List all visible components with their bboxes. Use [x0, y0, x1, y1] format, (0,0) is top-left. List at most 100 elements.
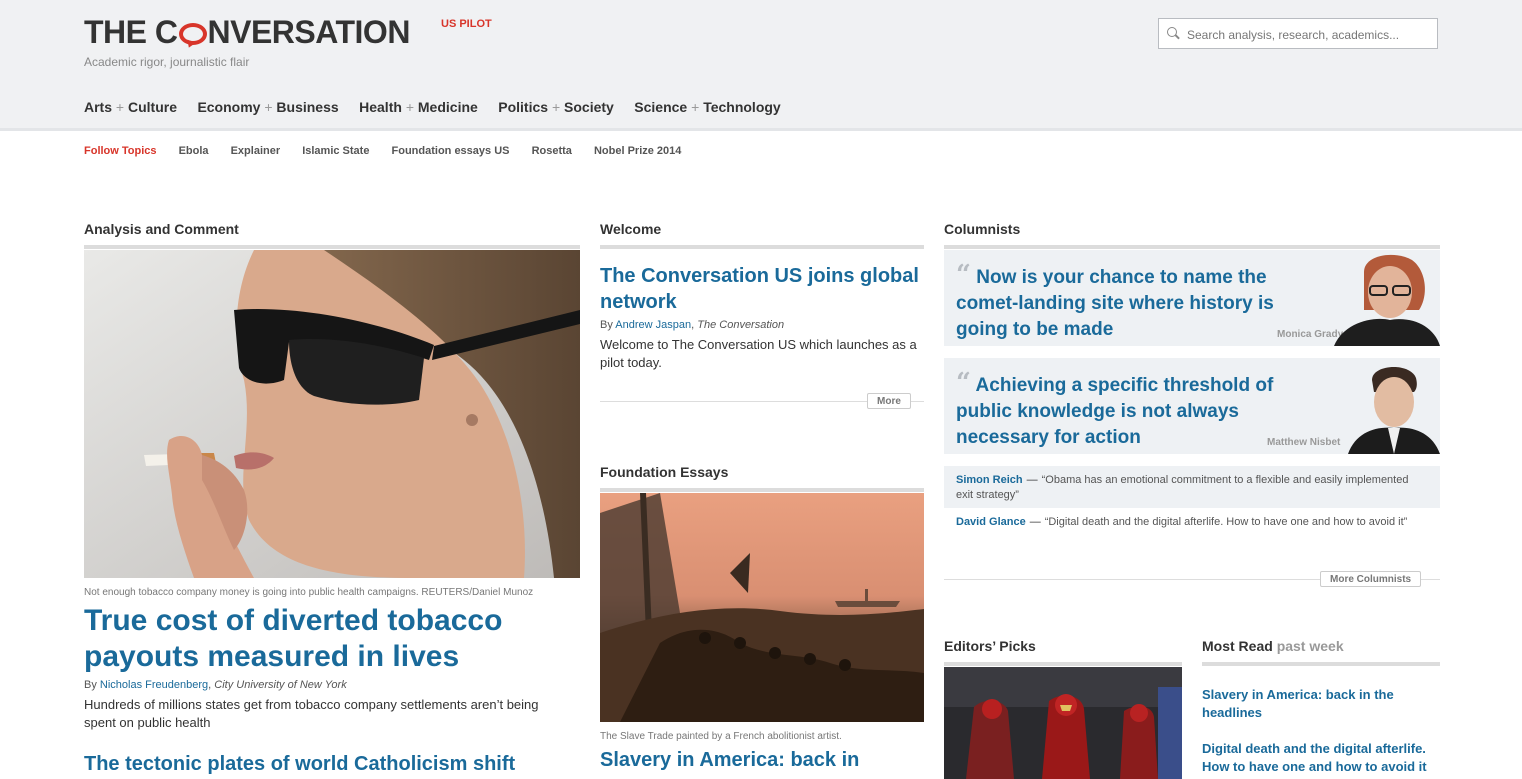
welcome-article-title[interactable]: The Conversation US joins global network — [600, 263, 924, 315]
topic-link-explainer[interactable]: Explainer — [231, 145, 281, 157]
plus-separator: + — [115, 99, 125, 115]
painting-illustration — [600, 493, 924, 722]
slave-trade-painting[interactable] — [600, 493, 924, 722]
nav-label: Science — [634, 99, 688, 115]
section-divider — [84, 245, 580, 249]
author-link[interactable]: Nicholas Freudenberg — [100, 679, 208, 691]
snippet-quote: “Digital death and the digital afterlife… — [1044, 516, 1408, 528]
nav-label: Health — [359, 99, 402, 115]
author-link[interactable]: Andrew Jaspan — [615, 319, 691, 331]
columnist-name: Matthew Nisbet — [1267, 437, 1341, 448]
section-divider — [600, 488, 924, 492]
photo-illustration — [944, 667, 1182, 779]
nav-item-economy-business[interactable]: Economy + Business — [197, 99, 338, 115]
action-figures-photo[interactable] — [944, 667, 1182, 779]
quote-mark-icon: “ — [956, 368, 971, 398]
nav-item-arts-culture[interactable]: Arts + Culture — [84, 99, 177, 115]
snippet-quote: “Obama has an emotional commitment to a … — [956, 474, 1409, 501]
featured-columnist-card[interactable]: “ Achieving a specific threshold of publ… — [944, 358, 1440, 454]
nav-label: Medicine — [417, 99, 478, 115]
nav-label: Politics — [498, 99, 549, 115]
snippet-dash: — — [1029, 516, 1041, 528]
most-read-item[interactable]: Digital death and the digital afterlife.… — [1202, 740, 1440, 776]
welcome-byline: By Andrew Jaspan, The Conversation — [600, 319, 784, 331]
second-article-title[interactable]: The tectonic plates of world Catholicism… — [84, 751, 580, 777]
columnist-avatar — [1334, 254, 1440, 346]
welcome-summary: Welcome to The Conversation US which lau… — [600, 337, 917, 370]
analysis-heading: Analysis and Comment — [84, 221, 239, 237]
plus-separator: + — [551, 99, 561, 115]
nav-label: Technology — [703, 99, 781, 115]
quote-text: Achieving a specific threshold of public… — [956, 375, 1274, 448]
speech-bubble-logo-icon — [178, 23, 207, 45]
search-input[interactable] — [1185, 19, 1434, 50]
smoking-woman-photo[interactable] — [84, 250, 580, 578]
topic-link-foundation-essays[interactable]: Foundation essays US — [392, 145, 510, 157]
nav-label: Society — [564, 99, 614, 115]
snippet-dash: — — [1026, 474, 1038, 486]
foundation-article-title[interactable]: Slavery in America: back in — [600, 747, 924, 773]
section-divider — [944, 662, 1182, 666]
section-divider — [1202, 662, 1440, 666]
search-box[interactable] — [1158, 18, 1438, 50]
search-icon — [1167, 27, 1177, 37]
section-divider — [944, 245, 1440, 249]
photo-illustration — [84, 250, 580, 578]
featured-columnist-card[interactable]: “ Now is your chance to name the comet-l… — [944, 250, 1440, 346]
most-read-period: past week — [1276, 638, 1344, 654]
more-columnists-button[interactable]: More Columnists — [1320, 571, 1422, 587]
nav-label: Business — [276, 99, 339, 115]
byline-by: By — [600, 319, 613, 331]
site-tagline: Academic rigor, journalistic flair — [84, 55, 250, 69]
welcome-more-row: More — [600, 393, 924, 409]
edition-badge: US PILOT — [441, 18, 492, 30]
columnist-quote: “ Now is your chance to name the comet-l… — [956, 262, 1316, 343]
nav-label: Economy — [197, 99, 261, 115]
topic-link-rosetta[interactable]: Rosetta — [532, 145, 572, 157]
logo-text-start: THE C — [84, 14, 178, 50]
follow-topics-label: Follow Topics — [84, 145, 157, 157]
byline-comma: , — [691, 319, 695, 331]
most-read-title: Most Read — [1202, 638, 1273, 654]
nav-item-politics-society[interactable]: Politics + Society — [498, 99, 614, 115]
foundation-heading: Foundation Essays — [600, 464, 729, 480]
plus-separator: + — [691, 99, 700, 115]
topic-link-nobel-prize[interactable]: Nobel Prize 2014 — [594, 145, 681, 157]
editors-picks-heading: Editors’ Picks — [944, 638, 1036, 654]
author-org: City University of New York — [214, 679, 347, 691]
painting-caption: The Slave Trade painted by a French abol… — [600, 731, 842, 742]
quote-text: Now is your chance to name the comet-lan… — [956, 267, 1274, 340]
most-read-heading: Most Read past week — [1202, 638, 1344, 654]
topics-bar: Follow Topics Ebola Explainer Islamic St… — [84, 145, 700, 157]
columnist-snippet-row[interactable]: Simon Reich — “Obama has an emotional comm… — [944, 466, 1440, 508]
quote-mark-icon: “ — [956, 260, 971, 290]
nav-item-science-technology[interactable]: Science + Technology — [634, 99, 780, 115]
byline-by: By — [84, 679, 97, 691]
nav-label: Arts — [84, 99, 113, 115]
author-org: The Conversation — [697, 319, 785, 331]
lead-article-summary: Hundreds of millions states get from tob… — [84, 697, 539, 730]
section-divider — [600, 245, 924, 249]
byline-comma: , — [208, 679, 212, 691]
welcome-more-button[interactable]: More — [867, 393, 911, 409]
snippet-author[interactable]: Simon Reich — [956, 474, 1023, 486]
snippet-author[interactable]: David Glance — [956, 516, 1026, 528]
plus-separator: + — [405, 99, 414, 115]
nav-label: Culture — [127, 99, 177, 115]
logo-text-end: NVERSATION — [207, 14, 411, 50]
topic-link-islamic-state[interactable]: Islamic State — [302, 145, 369, 157]
lead-article-title[interactable]: True cost of diverted tobacco payouts me… — [84, 603, 580, 675]
columnist-snippet: David Glance — “Digital death and the digi… — [956, 515, 1426, 530]
welcome-heading: Welcome — [600, 221, 662, 237]
columnist-quote: “ Achieving a specific threshold of publ… — [956, 370, 1316, 451]
most-read-item[interactable]: Slavery in America: back in the headline… — [1202, 686, 1422, 722]
plus-separator: + — [264, 99, 273, 115]
site-header: THE C NVERSATION US PILOT Academic rigor,… — [0, 0, 1522, 131]
main-nav: Arts + Culture Economy + Business Health… — [84, 99, 797, 117]
photo-caption: Not enough tobacco company money is goin… — [84, 587, 534, 598]
site-logo[interactable]: THE C NVERSATION — [84, 14, 410, 51]
nav-item-health-medicine[interactable]: Health + Medicine — [359, 99, 478, 115]
columnists-heading: Columnists — [944, 221, 1021, 237]
columnist-snippet: Simon Reich — “Obama has an emotional comm… — [956, 473, 1426, 503]
topic-link-ebola[interactable]: Ebola — [179, 145, 209, 157]
